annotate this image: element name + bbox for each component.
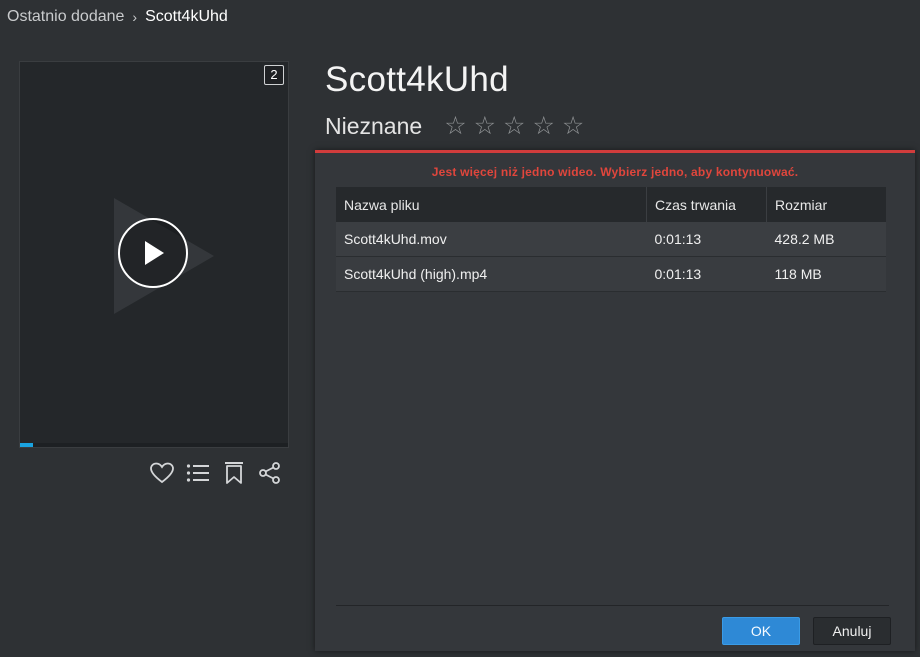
play-button[interactable] [118,218,188,288]
ok-button[interactable]: OK [722,617,800,645]
star-rating: ☆ ☆ ☆ ☆ ☆ [444,114,584,139]
playback-progress-bar [20,443,288,447]
dialog-divider [336,605,889,606]
favorite-button[interactable] [150,460,174,486]
cell-filename: Scott4kUhd (high).mp4 [336,256,647,292]
play-icon [145,241,164,265]
video-count-badge: 2 [264,65,284,85]
star-icon[interactable]: ☆ [562,114,584,139]
table-row[interactable]: Scott4kUhd (high).mp4 0:01:13 118 MB [336,256,886,292]
dialog-warning-message: Jest więcej niż jedno wideo. Wybierz jed… [431,165,799,179]
table-row[interactable]: Scott4kUhd.mov 0:01:13 428.2 MB [336,222,886,257]
bookmark-icon [225,462,243,484]
share-icon [259,462,280,484]
breadcrumb-parent-link[interactable]: Ostatnio dodane [7,8,124,26]
cancel-button[interactable]: Anuluj [813,617,891,645]
playback-progress-fill [20,443,34,447]
star-icon[interactable]: ☆ [532,114,554,139]
video-title: Scott4kUhd [325,60,509,99]
breadcrumb: Ostatnio dodane › Scott4kUhd [7,8,228,26]
heart-icon [150,462,174,484]
rating-row: Nieznane ☆ ☆ ☆ ☆ ☆ [325,113,584,140]
breadcrumb-current: Scott4kUhd [145,8,228,25]
list-icon [186,464,209,482]
column-header-size[interactable]: Rozmiar [766,187,886,222]
bookmark-button[interactable] [222,460,246,486]
table-header-row: Nazwa pliku Czas trwania Rozmiar [336,187,886,222]
chevron-right-icon: › [132,9,138,25]
star-icon[interactable]: ☆ [474,114,496,139]
video-poster[interactable]: 2 [19,61,289,448]
cell-size: 118 MB [766,256,886,292]
column-header-filename[interactable]: Nazwa pliku [336,187,647,222]
column-header-duration[interactable]: Czas trwania [646,187,767,222]
file-table: Nazwa pliku Czas trwania Rozmiar Scott4k… [336,187,886,292]
star-icon[interactable]: ☆ [503,114,525,139]
rating-label: Nieznane [325,113,423,139]
cell-size: 428.2 MB [766,222,886,257]
cell-duration: 0:01:13 [646,256,767,292]
playlist-button[interactable] [186,460,210,486]
poster-actions [150,460,282,486]
share-button[interactable] [258,460,282,486]
cell-duration: 0:01:13 [646,222,767,257]
select-video-dialog: Jest więcej niż jedno wideo. Wybierz jed… [315,150,915,651]
cell-filename: Scott4kUhd.mov [336,222,647,257]
star-icon[interactable]: ☆ [444,114,466,139]
